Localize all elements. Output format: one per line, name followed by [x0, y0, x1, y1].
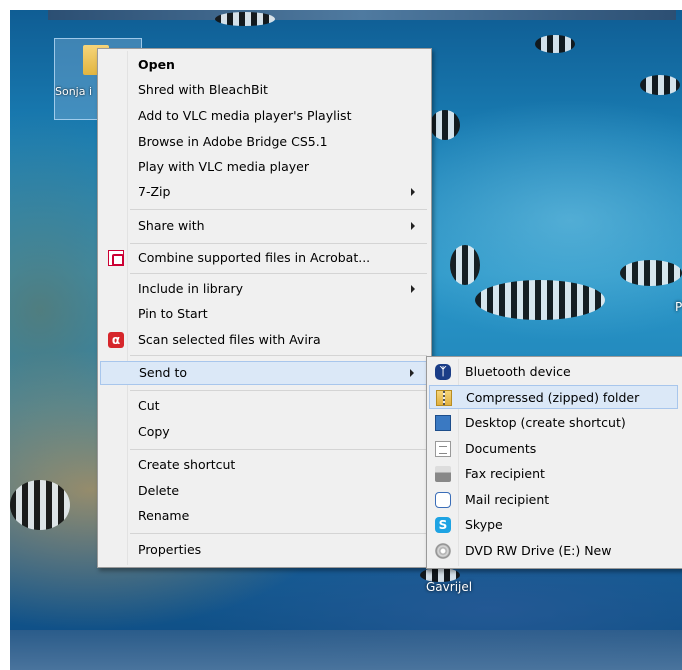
send-to-mail[interactable]: Mail recipient [429, 488, 678, 512]
menu-item-open[interactable]: Open [100, 54, 427, 76]
desktop-icon-label[interactable]: Gavrijel [426, 580, 472, 594]
menu-item-label: Open [138, 57, 175, 72]
mail-icon [435, 492, 451, 508]
menu-item-label: Copy [138, 424, 170, 439]
menu-item-label: Skype [465, 517, 503, 532]
menu-item-share-with[interactable]: Share with [100, 215, 427, 237]
submenu-arrow-icon [411, 188, 415, 196]
fish-decoration [215, 12, 275, 26]
menu-separator [130, 209, 427, 210]
menu-item-properties[interactable]: Properties [100, 539, 427, 561]
menu-item-delete[interactable]: Delete [100, 480, 427, 502]
send-to-skype[interactable]: S Skype [429, 513, 678, 537]
send-to-dvd-drive[interactable]: DVD RW Drive (E:) New [429, 539, 678, 563]
menu-item-label: Cut [138, 398, 160, 413]
menu-item-label: Fax recipient [465, 466, 545, 481]
menu-item-create-shortcut[interactable]: Create shortcut [100, 454, 427, 476]
menu-item-label: 7-Zip [138, 184, 171, 199]
menu-item-send-to[interactable]: Send to [100, 361, 427, 385]
fish-decoration [475, 280, 605, 320]
fish-decoration [430, 110, 460, 140]
menu-separator [130, 273, 427, 274]
menu-separator [130, 390, 427, 391]
menu-separator [130, 533, 427, 534]
desktop-edge-label: P [675, 300, 682, 314]
send-to-submenu: ᛉ Bluetooth device Compressed (zipped) fo… [426, 356, 682, 569]
menu-item-label: Shred with BleachBit [138, 82, 268, 97]
avira-icon: α [108, 332, 124, 348]
submenu-arrow-icon [411, 285, 415, 293]
submenu-arrow-icon [410, 369, 414, 377]
menu-item-label: Browse in Adobe Bridge CS5.1 [138, 134, 328, 149]
menu-item-label: Compressed (zipped) folder [466, 390, 640, 405]
menu-item-label: Create shortcut [138, 457, 236, 472]
zip-folder-icon [436, 390, 452, 406]
documents-icon [435, 441, 451, 457]
menu-separator [130, 449, 427, 450]
menu-separator [130, 355, 427, 356]
menu-item-rename[interactable]: Rename [100, 505, 427, 527]
menu-item-add-vlc-playlist[interactable]: Add to VLC media player's Playlist [100, 105, 427, 127]
fax-icon [435, 466, 451, 482]
submenu-arrow-icon [411, 222, 415, 230]
menu-item-label: Add to VLC media player's Playlist [138, 108, 352, 123]
menu-item-label: Properties [138, 542, 202, 557]
menu-item-label: Share with [138, 218, 205, 233]
menu-item-label: Play with VLC media player [138, 159, 309, 174]
bluetooth-icon: ᛉ [435, 364, 451, 380]
menu-item-play-vlc[interactable]: Play with VLC media player [100, 156, 427, 178]
menu-item-label: Scan selected files with Avira [138, 332, 321, 347]
menu-item-label: Send to [139, 365, 188, 380]
skype-icon: S [435, 517, 451, 533]
desktop-icon [435, 415, 451, 431]
menu-separator [130, 243, 427, 244]
fish-decoration [450, 245, 480, 285]
top-wallpaper-strip [48, 10, 676, 20]
menu-item-label: DVD RW Drive (E:) New [465, 543, 612, 558]
menu-item-label: Combine supported files in Acrobat... [138, 250, 371, 265]
fish-decoration [10, 480, 70, 530]
send-to-documents[interactable]: Documents [429, 437, 678, 461]
send-to-desktop[interactable]: Desktop (create shortcut) [429, 411, 678, 435]
menu-item-label: Desktop (create shortcut) [465, 415, 626, 430]
menu-item-label: Documents [465, 441, 537, 456]
menu-item-include-library[interactable]: Include in library [100, 278, 427, 300]
fish-decoration [535, 35, 575, 53]
menu-item-combine-acrobat[interactable]: Combine supported files in Acrobat... [100, 247, 427, 269]
menu-item-cut[interactable]: Cut [100, 395, 427, 417]
menu-item-pin-start[interactable]: Pin to Start [100, 303, 427, 325]
fish-decoration [620, 260, 682, 286]
menu-item-label: Rename [138, 508, 190, 523]
menu-item-browse-adobe-bridge[interactable]: Browse in Adobe Bridge CS5.1 [100, 131, 427, 153]
menu-item-label: Include in library [138, 281, 244, 296]
send-to-compressed-folder[interactable]: Compressed (zipped) folder [429, 385, 678, 409]
menu-item-copy[interactable]: Copy [100, 421, 427, 443]
menu-item-label: Delete [138, 483, 180, 498]
menu-item-7zip[interactable]: 7-Zip [100, 181, 427, 203]
menu-item-scan-avira[interactable]: α Scan selected files with Avira [100, 329, 427, 351]
menu-item-label: Mail recipient [465, 492, 550, 507]
context-menu: Open Shred with BleachBit Add to VLC med… [97, 48, 432, 568]
dvd-drive-icon [435, 543, 451, 559]
send-to-fax[interactable]: Fax recipient [429, 462, 678, 486]
menu-item-label: Bluetooth device [465, 364, 571, 379]
send-to-bluetooth[interactable]: ᛉ Bluetooth device [429, 360, 678, 384]
menu-item-shred-bleachbit[interactable]: Shred with BleachBit [100, 79, 427, 101]
acrobat-icon [108, 250, 124, 266]
fish-decoration [640, 75, 680, 95]
bottom-wallpaper-band [10, 630, 682, 670]
menu-item-label: Pin to Start [138, 306, 208, 321]
